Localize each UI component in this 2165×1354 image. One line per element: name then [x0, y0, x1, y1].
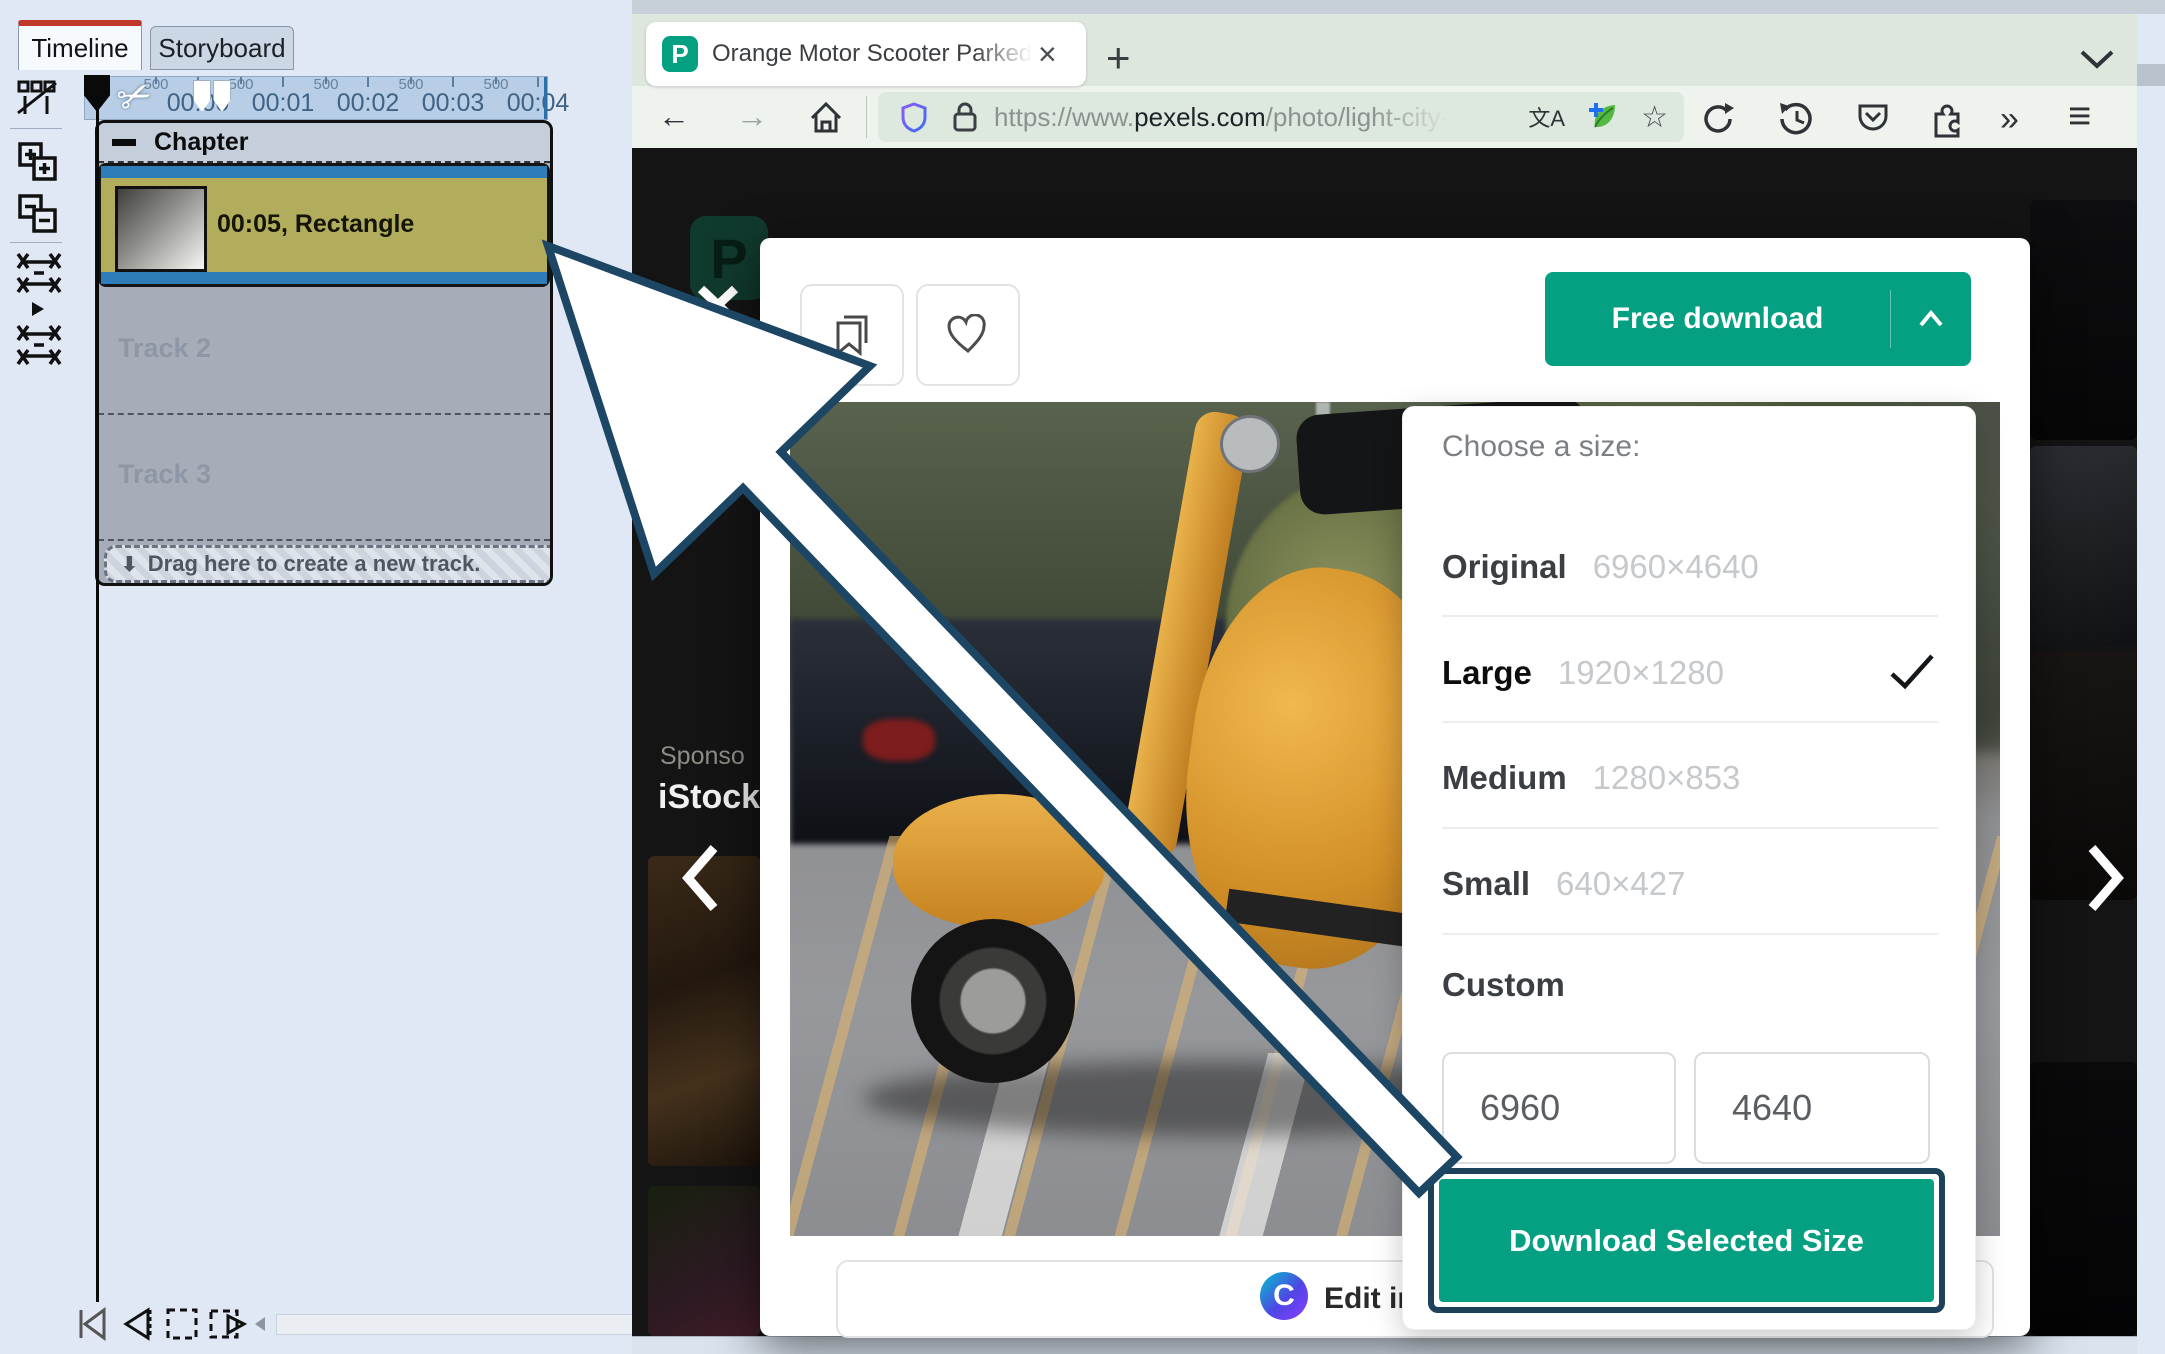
toolbar-overflow-icon[interactable]: »: [2000, 100, 2019, 139]
canva-logo-icon: C: [1260, 1272, 1308, 1320]
next-photo-icon[interactable]: [2084, 842, 2128, 914]
selected-check-icon: [1890, 654, 1934, 690]
history-icon[interactable]: [1778, 100, 1816, 138]
expand-arrow-icon[interactable]: [30, 300, 46, 318]
down-arrow-icon: ⬇: [121, 553, 138, 576]
scroll-left-icon[interactable]: [252, 1315, 268, 1333]
url-path: /photo/light-city-r: [1265, 101, 1458, 132]
tab-title: Orange Motor Scooter Parked o: [712, 40, 1032, 67]
arrange-tracks-icon[interactable]: [16, 80, 60, 116]
download-selected-size-button[interactable]: Download Selected Size: [1439, 1179, 1934, 1302]
zoom-in-icon[interactable]: [18, 142, 60, 184]
playhead-line: [96, 108, 99, 1302]
new-track-drop-zone[interactable]: ⬇ Drag here to create a new track.: [104, 545, 550, 583]
fit-timeline-icon[interactable]: [16, 252, 62, 294]
tab-timeline-label: Timeline: [31, 32, 129, 63]
ruler-label: 00:04: [506, 89, 570, 117]
size-option-original[interactable]: Original 6960×4640: [1442, 544, 1759, 590]
download-options-chevron-icon[interactable]: [1899, 307, 1963, 331]
collapse-track-icon[interactable]: [112, 138, 136, 146]
timeline-clip-rectangle[interactable]: 00:05, Rectangle: [98, 163, 550, 287]
free-download-label: Free download: [1611, 302, 1824, 335]
tracking-protection-shield-icon[interactable]: [900, 101, 928, 133]
heart-icon: [947, 314, 986, 353]
close-photo-modal-icon[interactable]: [696, 282, 740, 326]
previous-photo-icon[interactable]: [678, 842, 722, 914]
ruler-label: 00:03: [421, 89, 485, 117]
forward-button[interactable]: →: [736, 98, 768, 135]
clip-label: 00:05, Rectangle: [217, 210, 415, 238]
istock-label: iStock: [658, 778, 761, 816]
track-3[interactable]: Track 3: [98, 415, 550, 541]
size-option-medium[interactable]: Medium 1280×853: [1442, 755, 1740, 801]
tab-close-icon[interactable]: ×: [1038, 36, 1057, 73]
menu-hamburger-icon[interactable]: ≡: [2068, 94, 2091, 139]
tab-storyboard-label: Storyboard: [158, 32, 286, 63]
bookmark-star-icon[interactable]: ☆: [1641, 100, 1668, 135]
url-domain: pexels.com: [1134, 101, 1266, 132]
url-bar[interactable]: https://www.pexels.com/photo/light-city-…: [878, 92, 1684, 142]
custom-height-input[interactable]: [1694, 1052, 1930, 1164]
gallery-thumbnail[interactable]: [2030, 446, 2137, 646]
extensions-puzzle-icon[interactable]: [1930, 100, 1968, 138]
gallery-thumbnail[interactable]: [2030, 1062, 2137, 1336]
sponsored-label: Sponso: [660, 742, 745, 770]
chapter-track-header[interactable]: Chapter: [98, 123, 550, 163]
pexels-favicon: P: [662, 36, 698, 72]
download-selected-size-highlight: Download Selected Size: [1428, 1168, 1945, 1313]
chapter-track-label: Chapter: [154, 127, 249, 156]
home-icon[interactable]: [808, 100, 844, 136]
sponsored-thumbnail[interactable]: [648, 1186, 760, 1336]
screen: Timeline Storyboard 00:01 00:02 00:03 00…: [0, 0, 2165, 1354]
slide-view-icon[interactable]: [208, 1306, 248, 1342]
ruler-end-marker: [544, 77, 547, 119]
translate-icon[interactable]: 文A: [1528, 101, 1565, 133]
free-download-button[interactable]: Free download: [1545, 272, 1971, 366]
pocket-icon[interactable]: [1856, 100, 1890, 138]
gallery-thumbnail[interactable]: [2030, 200, 2137, 440]
custom-width-input[interactable]: [1442, 1052, 1676, 1164]
fit-selection-icon[interactable]: [16, 324, 62, 366]
browser-titlebar: [632, 0, 2137, 14]
back-button[interactable]: ←: [658, 98, 690, 135]
extension-leaf-icon[interactable]: [1587, 101, 1619, 133]
skip-to-start-icon[interactable]: [76, 1306, 110, 1342]
tracks-container: Chapter 00:05, Rectangle Track 2 Track 3…: [95, 120, 553, 586]
tab-storyboard[interactable]: Storyboard: [150, 26, 294, 70]
clip-thumbnail: [115, 186, 207, 272]
selection-region-icon[interactable]: [164, 1306, 200, 1342]
custom-size-label: Custom: [1442, 966, 1565, 1003]
previous-frame-icon[interactable]: [120, 1306, 154, 1342]
size-option-small[interactable]: Small 640×427: [1442, 861, 1685, 907]
collect-button[interactable]: [800, 284, 904, 386]
new-tab-button[interactable]: +: [1106, 34, 1131, 82]
new-track-drop-hint: Drag here to create a new track.: [147, 551, 481, 576]
url-scheme: https://www.: [994, 101, 1135, 132]
reload-icon[interactable]: [1700, 100, 1736, 138]
timeline-toolbar: [10, 72, 66, 372]
list-all-tabs-icon[interactable]: [2078, 48, 2116, 72]
zoom-out-icon[interactable]: [18, 194, 60, 236]
ruler-label: 00:01: [251, 89, 315, 117]
window-bottom-strip: [632, 1336, 2165, 1354]
desktop-right-strip: [2137, 0, 2165, 1354]
timeline-app: Timeline Storyboard 00:01 00:02 00:03 00…: [0, 0, 634, 1354]
bookmark-collect-icon: [836, 315, 868, 357]
like-button[interactable]: [916, 284, 1020, 386]
tab-timeline[interactable]: Timeline: [18, 20, 142, 70]
choose-size-heading: Choose a size:: [1442, 430, 1641, 463]
track-2[interactable]: Track 2: [98, 289, 550, 415]
ruler-label: 00:02: [336, 89, 400, 117]
size-option-large[interactable]: Large 1920×1280: [1442, 650, 1724, 696]
browser-tab-pexels[interactable]: P Orange Motor Scooter Parked o ×: [646, 22, 1086, 86]
horizontal-scrollbar[interactable]: [276, 1314, 634, 1335]
lock-icon: [953, 102, 977, 132]
